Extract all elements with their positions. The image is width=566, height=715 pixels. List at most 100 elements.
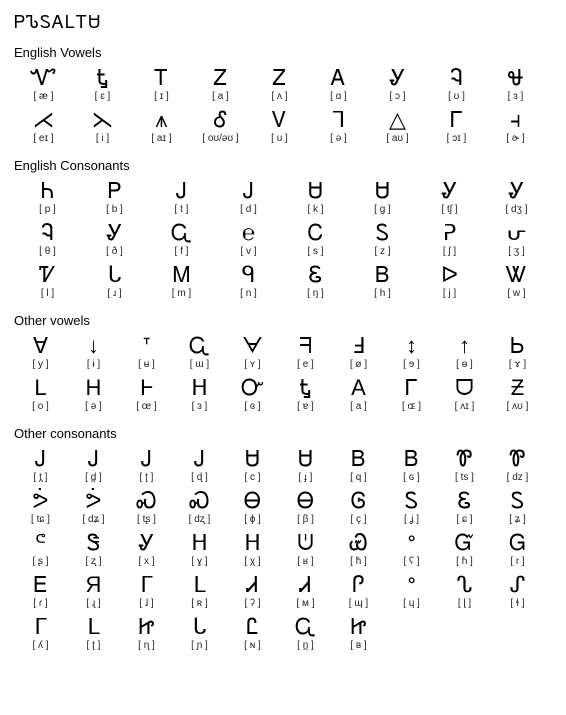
ipa-label: [ z ] bbox=[374, 246, 390, 258]
ipa-label: [ ʁ ] bbox=[297, 556, 314, 568]
ipa-label: [ p ] bbox=[39, 204, 56, 216]
ipa-label: [ χ ] bbox=[244, 556, 260, 568]
glyph-cell: Ꮁ[ ɶ ] bbox=[385, 374, 438, 414]
glyph: Ꮝ bbox=[136, 488, 156, 514]
glyph-cell: Ꮄ[ oʊ/əʊ ] bbox=[191, 106, 250, 146]
ipa-label: [ w ] bbox=[507, 288, 525, 300]
ipa-label: [ ɺ ] bbox=[139, 598, 153, 610]
ipa-label: [ d̪ ] bbox=[85, 472, 102, 484]
glyph: Ᏼ bbox=[375, 262, 389, 288]
ipa-label: [ ɐ ] bbox=[297, 401, 314, 413]
ipa-label: [ ɢ ] bbox=[403, 472, 420, 484]
ipa-label: [ ɨ ] bbox=[87, 359, 100, 371]
ipa-label: [ a ] bbox=[350, 401, 367, 413]
glyph: Ꮤ bbox=[506, 262, 527, 288]
glyph-cell: ᒥ[ ʎ ] bbox=[14, 613, 67, 653]
ipa-label: [ β ] bbox=[297, 514, 314, 526]
ipa-label: [ f ] bbox=[175, 246, 189, 258]
ipa-label: [ b ] bbox=[106, 204, 123, 216]
glyph-cell: ᕘ[ dʑ ] bbox=[67, 487, 120, 527]
ipa-label: [ ts ] bbox=[455, 472, 474, 484]
glyph-cell: ⩚[ aɪ ] bbox=[132, 106, 191, 146]
glyph: Ꮙ bbox=[30, 65, 56, 91]
glyph: Я bbox=[86, 572, 102, 598]
glyph: Ꮍ bbox=[508, 178, 524, 204]
glyph-cell: Ꭻ[ ɖ ] bbox=[173, 445, 226, 485]
glyph: ᐤ bbox=[407, 572, 416, 598]
ipa-label: [ d ] bbox=[240, 204, 257, 216]
glyph-cell: Ꮥ[ ʐ ] bbox=[67, 529, 120, 569]
glyph-cell: ᗜ[ ʌɪ ] bbox=[438, 374, 491, 414]
glyph-cell: Ꮍ[ tʃ ] bbox=[416, 177, 483, 217]
ipa-label: [ aɪ ] bbox=[151, 133, 171, 145]
glyph-cell: ᒐ[ ɲ ] bbox=[173, 613, 226, 653]
glyph-cell: Ꮜ[ ɟ ] bbox=[279, 445, 332, 485]
glyph-row: Ꮴ[ l ]ᒐ[ ɹ ]Ꮇ[ m ]ᑫ[ n ]Ꮛ[ ŋ ]Ᏼ[ h ]ᐅ[ j… bbox=[14, 261, 552, 301]
glyph-cell: Ᏼ[ ɢ ] bbox=[385, 445, 438, 485]
glyph: L bbox=[34, 375, 46, 401]
glyph-cell: Ꮍ[ ð ] bbox=[81, 219, 148, 259]
ipa-label: [ ʙ ] bbox=[350, 640, 366, 652]
glyph-cell: ᒪ[ ʀ ] bbox=[173, 571, 226, 611]
ipa-label: [ ɴ ] bbox=[244, 640, 261, 652]
ipa-label: [ o ] bbox=[32, 401, 49, 413]
glyph-cell: Ꮘ[ dz ] bbox=[491, 445, 544, 485]
ipa-label: [ ʉ ] bbox=[138, 359, 155, 371]
glyph-cell: Ꮜ[ c ] bbox=[226, 445, 279, 485]
glyph-row: Ꮈ[ θ ]Ꮍ[ ð ]Ꮹ[ f ]℮[ v ]Ꮯ[ s ]Ꮪ[ z ]ᕈ[ ʃ… bbox=[14, 219, 552, 259]
glyph: Ꮛ bbox=[309, 262, 323, 288]
glyph: Ꮍ bbox=[138, 530, 154, 556]
glyph-row: ∀[ y ]↓[ ɨ ]ᐪ[ ʉ ]Ꮹ[ ɯ ]ᗄ[ ʏ ]ᖷ[ e ]Ⅎ[ ø… bbox=[14, 332, 552, 372]
glyph: Ꮍ bbox=[389, 65, 405, 91]
glyph-cell: ᐪ[ ʉ ] bbox=[120, 332, 173, 372]
ipa-label: [ ɞ ] bbox=[244, 401, 260, 413]
glyph: ᖷ bbox=[299, 333, 312, 359]
glyph: Ꮍ bbox=[106, 220, 122, 246]
glyph: ⋋ bbox=[92, 107, 114, 133]
glyph: Ꮿ bbox=[349, 530, 368, 556]
glyph-cell: Ꮍ[ ɔ ] bbox=[368, 64, 427, 104]
glyph-cell: Ꮪ[ ʑ ] bbox=[491, 487, 544, 527]
glyph-cell: Ꮎ[ β ] bbox=[279, 487, 332, 527]
ipa-label: [ ɲ ] bbox=[191, 640, 208, 652]
ipa-label: [ ɦ ] bbox=[456, 556, 473, 568]
glyph-cell: Ꮏ[ ɐ ] bbox=[279, 374, 332, 414]
glyph-cell: Ꭼ[ ɾ ] bbox=[14, 571, 67, 611]
glyph-cell: ᒐ[ ɹ ] bbox=[81, 261, 148, 301]
glyph-cell: Ꮹ[ f ] bbox=[148, 219, 215, 259]
ipa-label: [ ɕ ] bbox=[456, 514, 472, 526]
glyph-cell: Ⅎ[ ø ] bbox=[332, 332, 385, 372]
ipa-label: [ ɻ ] bbox=[86, 598, 100, 610]
glyph-cell: Ᏼ[ h ] bbox=[349, 261, 416, 301]
ipa-label: [ tʂ ] bbox=[137, 514, 156, 526]
glyph: ᐤ bbox=[407, 530, 416, 556]
glyph: Ꮵ bbox=[138, 614, 154, 640]
glyph: Ꮹ bbox=[171, 220, 192, 246]
glyph: ᗄ bbox=[242, 333, 263, 359]
glyph-cell: ᕼ[ ɜ ] bbox=[173, 374, 226, 414]
glyph-cell: Ꮧ[ ʔ ] bbox=[226, 571, 279, 611]
glyph: Ꮍ bbox=[441, 178, 457, 204]
glyph: Ꮏ bbox=[299, 375, 311, 401]
glyph-cell: ᗄ[ ʏ ] bbox=[226, 332, 279, 372]
ipa-label: [ k ] bbox=[307, 204, 323, 216]
glyph: ᐪ bbox=[142, 333, 151, 359]
glyph: ᑫ bbox=[242, 262, 256, 288]
glyph: Ꮩ bbox=[272, 107, 286, 133]
ipa-label: [ v ] bbox=[240, 246, 256, 258]
glyph: Ⅎ bbox=[352, 333, 365, 359]
glyph: ↑ bbox=[459, 333, 470, 359]
glyph-row: Ꮙ[ æ ]Ꮏ[ ɛ ]Ꭲ[ ɪ ]Ꮓ[ a ]Ꮓ[ ʌ ]Ꭺ[ ɑ ]Ꮍ[ ɔ… bbox=[14, 64, 552, 104]
ipa-label: [ ɹ ] bbox=[107, 288, 121, 300]
glyph-cell: ᕈ[ ʃ ] bbox=[416, 219, 483, 259]
glyph-cell: △[ aʊ ] bbox=[368, 106, 427, 146]
glyph-cell: Ꭻ[ t ] bbox=[148, 177, 215, 217]
glyph: ↕ bbox=[406, 333, 417, 359]
glyph: Ꮭ bbox=[246, 614, 258, 640]
glyph-row: Ꮒ[ p ]Ꮲ[ b ]Ꭻ[ t ]Ꭻ[ d ]Ꮜ[ k ]Ꮜ[ g ]Ꮍ[ t… bbox=[14, 177, 552, 217]
ipa-label: [ ɜ ] bbox=[508, 91, 524, 103]
ipa-label: [ ʑ ] bbox=[509, 514, 526, 526]
ipa-label: [ t ] bbox=[175, 204, 189, 216]
section-title: English Consonants bbox=[14, 158, 552, 173]
ipa-label: [ dʐ ] bbox=[189, 514, 211, 526]
